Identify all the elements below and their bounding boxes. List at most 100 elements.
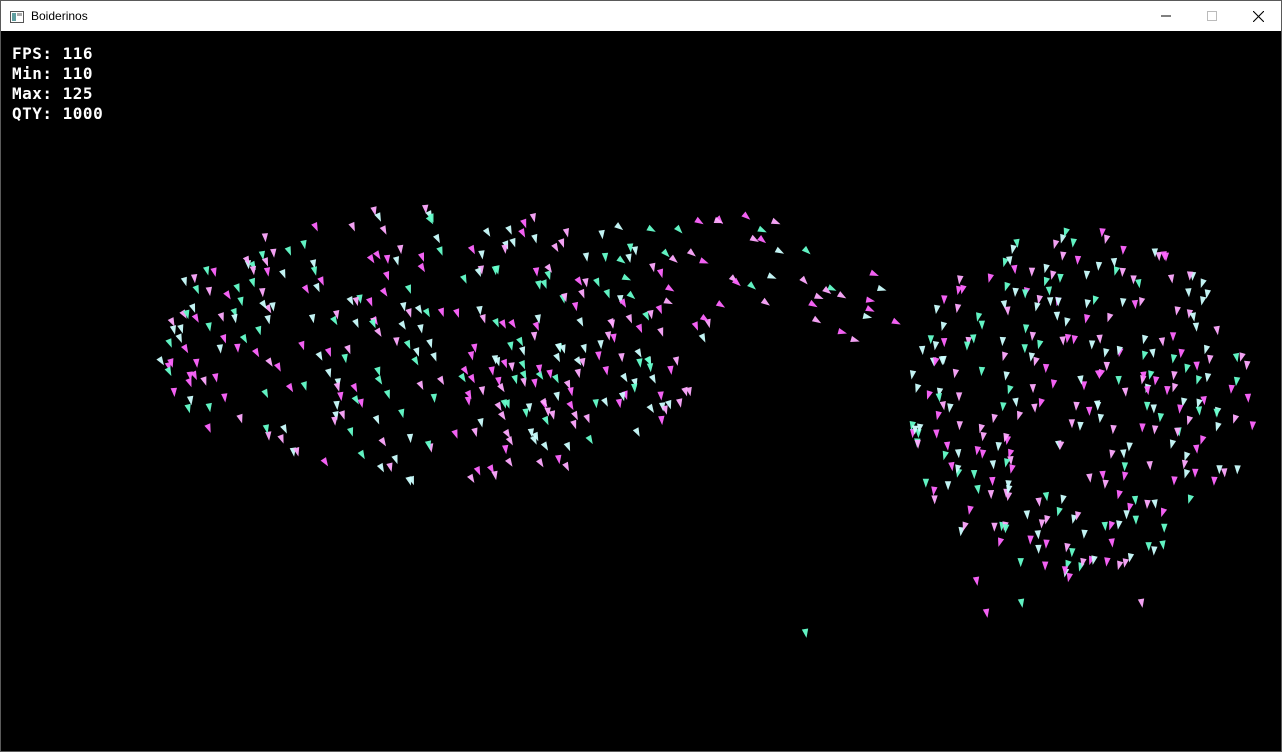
boid [799,275,808,285]
boid [204,423,211,433]
boid [1057,440,1065,451]
boid [1043,539,1050,549]
boid [1104,557,1111,567]
boid [531,378,538,388]
boid [1010,244,1017,255]
boid [500,399,507,409]
boid [507,341,514,351]
boid [1193,444,1200,454]
boid [1204,372,1212,383]
boid [1200,296,1207,306]
boid [836,291,847,299]
boid [1095,261,1103,271]
boid [563,441,571,452]
boid [960,284,967,295]
boid [578,288,585,299]
window-controls [1143,1,1281,31]
boid [357,449,365,460]
boid [891,317,901,325]
boid [1195,406,1203,416]
boid [620,372,628,383]
boid [1064,542,1071,553]
boid [632,427,640,437]
boid [184,403,191,414]
boid [601,252,609,262]
boid [674,224,683,234]
boid [315,351,323,361]
boid [646,224,656,232]
boid [376,462,384,473]
boid [944,481,952,491]
boid [190,274,198,284]
boid [476,305,483,316]
boid [233,283,240,293]
boid [221,393,228,403]
boid [338,410,345,420]
boid [532,267,540,277]
boid [248,277,255,288]
stats-overlay: FPS: 116 Min: 110 Max: 125 QTY: 1000 [12,44,103,124]
boid [548,410,556,420]
boid [1113,266,1120,276]
boid [582,278,589,288]
boid [177,324,184,334]
boid [865,296,876,303]
boid [1092,295,1099,305]
boid [252,347,260,358]
boid [191,313,199,323]
boid [505,457,513,467]
boid [529,213,536,223]
boid [398,320,406,330]
boid [200,376,207,386]
boid [1186,415,1194,426]
title-bar[interactable]: Boiderinos [1,1,1281,31]
boid [210,267,217,277]
boid [646,403,654,413]
boid [1096,334,1103,344]
boid [646,363,654,373]
boid [1121,387,1129,397]
boid [255,325,262,336]
boid [501,244,508,254]
boid [347,427,354,437]
simulation-canvas[interactable]: FPS: 116 Min: 110 Max: 125 QTY: 1000 [1,31,1281,751]
boid [939,401,946,411]
boid [1066,572,1073,583]
boid [563,379,571,390]
boid [1022,289,1029,299]
boid [955,392,963,402]
boid [676,398,683,408]
boid [1043,263,1050,274]
boid [467,473,475,483]
boid [656,268,664,279]
close-button[interactable] [1235,1,1281,31]
boid [237,296,244,307]
boid [1004,281,1011,292]
boid [615,398,622,409]
boid [236,413,243,424]
boid [1077,421,1084,431]
boid [699,314,710,322]
boid [1110,257,1118,268]
boid [500,358,507,369]
boid [1033,356,1040,367]
boid [1069,548,1076,558]
maximize-icon [1207,11,1217,21]
boid [298,340,305,351]
minimize-button[interactable] [1143,1,1189,31]
boid [531,233,538,244]
boid [1084,314,1091,324]
boid [1211,476,1218,486]
boid [1157,412,1165,423]
boid [1145,542,1152,552]
maximize-button[interactable] [1189,1,1235,31]
boid [598,229,605,240]
boid [1152,425,1159,435]
boid [536,458,544,468]
boid [814,292,824,299]
boid [1233,414,1240,424]
boid [352,318,359,328]
boid [522,408,529,418]
boid [383,254,391,264]
boid [980,431,987,442]
